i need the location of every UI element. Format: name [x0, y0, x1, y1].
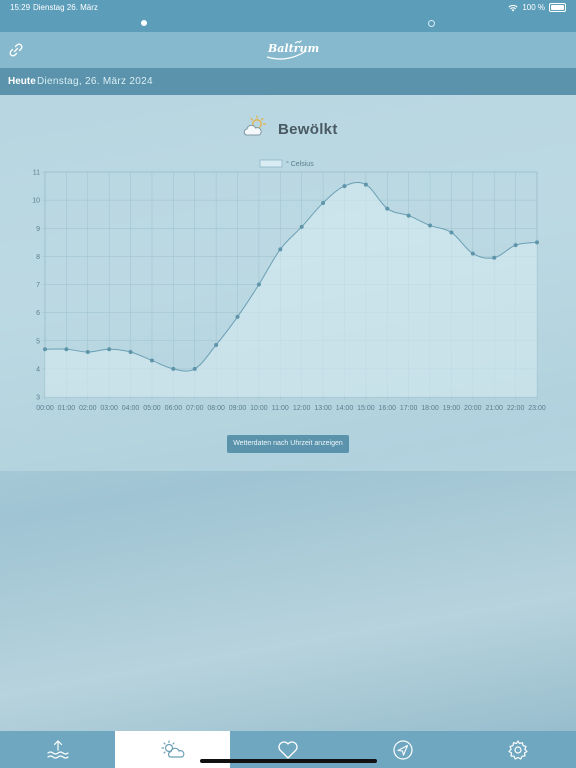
x-tick-label: 03:00	[100, 405, 118, 412]
data-point	[470, 251, 475, 256]
x-tick-label: 09:00	[229, 405, 247, 412]
x-tick-label: 05:00	[143, 405, 161, 412]
data-point	[149, 358, 154, 363]
x-tick-label: 01:00	[58, 405, 76, 412]
data-point	[64, 347, 69, 352]
y-tick-label: 6	[36, 310, 40, 317]
data-point	[85, 350, 90, 354]
legend-swatch	[259, 159, 283, 168]
legend-label: ° Celsius	[286, 160, 314, 168]
data-point	[449, 230, 454, 235]
x-tick-label: 07:00	[186, 405, 204, 412]
data-point	[385, 206, 390, 211]
show-hourly-weather-button[interactable]: Wetterdaten nach Uhrzeit anzeigen	[227, 435, 349, 453]
data-point	[107, 347, 112, 352]
x-tick-label: 11:00	[272, 405, 289, 412]
x-tick-label: 08:00	[207, 405, 225, 412]
tide-waves-icon	[46, 739, 69, 759]
data-point	[363, 182, 368, 187]
nav-bar: Baltrum	[0, 32, 576, 68]
status-time: 15:29	[10, 3, 31, 12]
x-tick-label: 12:00	[293, 405, 311, 412]
tab-tides[interactable]	[0, 731, 115, 768]
data-point	[321, 200, 326, 205]
link-icon[interactable]	[8, 42, 24, 58]
baltrum-logo: Baltrum	[262, 37, 319, 63]
home-indicator	[200, 759, 377, 763]
y-tick-label: 3	[36, 395, 40, 402]
temperature-chart: ° Celsius 00:00 01:00 02:00 03:00 04:00 05:00…	[32, 159, 546, 412]
x-tick-label: 15:00	[357, 405, 375, 412]
data-point	[128, 350, 133, 354]
y-tick-label: 8	[36, 254, 40, 261]
x-tick-label: 14:00	[336, 405, 354, 412]
data-point	[171, 366, 176, 371]
date-bar: Heute Dienstag, 26. März 2024	[0, 68, 576, 95]
data-point	[299, 224, 304, 229]
x-tick-label: 22:00	[507, 405, 525, 412]
x-tick-label: 18:00	[421, 405, 439, 412]
weather-header: Bewölkt	[0, 115, 576, 145]
y-tick-label: 10	[32, 198, 40, 205]
gear-icon	[507, 739, 528, 760]
x-tick-label: 06:00	[165, 405, 183, 412]
y-tick-label: 9	[36, 226, 40, 233]
data-point	[235, 314, 240, 319]
data-point	[192, 366, 197, 371]
y-tick-label: 4	[36, 366, 40, 373]
x-tick-label: 13:00	[314, 405, 332, 412]
x-tick-label: 19:00	[443, 405, 461, 412]
data-point	[256, 282, 261, 287]
data-point	[342, 184, 347, 189]
data-point	[428, 223, 433, 228]
location-arrow-icon	[392, 739, 413, 760]
x-tick-label: 16:00	[378, 405, 396, 412]
x-tick-label: 23:00	[528, 405, 546, 412]
wifi-icon	[508, 4, 518, 11]
x-tick-label: 20:00	[464, 405, 482, 412]
y-tick-label: 7	[36, 282, 40, 289]
data-point	[278, 247, 283, 252]
sun-cloud-icon	[160, 739, 184, 758]
tab-settings[interactable]	[460, 731, 575, 768]
x-tick-label: 10:00	[250, 405, 268, 412]
temperature-area	[45, 182, 537, 397]
data-point	[406, 213, 411, 218]
battery-percent: 100 %	[522, 3, 545, 12]
x-tick-label: 21:00	[485, 405, 503, 412]
battery-icon	[549, 3, 566, 12]
today-label: Heute	[8, 76, 36, 87]
partly-cloudy-sun-icon	[243, 115, 267, 136]
heart-icon	[277, 740, 298, 759]
status-date: Dienstag 26. März	[33, 3, 98, 12]
camera-indicator-icon	[428, 20, 435, 27]
y-tick-label: 11	[33, 170, 40, 177]
date-text: Dienstag, 26. März 2024	[37, 76, 153, 87]
x-tick-label: 17:00	[400, 405, 418, 412]
multitask-dot-icon	[141, 20, 147, 26]
status-indicators: 100 %	[508, 3, 566, 12]
x-tick-label: 00:00	[36, 405, 54, 412]
x-tick-label: 04:00	[122, 405, 140, 412]
data-point	[513, 243, 518, 248]
logo-text: Baltrum	[268, 42, 320, 55]
data-point	[535, 240, 539, 245]
status-bar: 15:29 Dienstag 26. März 100 %	[0, 0, 576, 32]
x-tick-label: 02:00	[79, 405, 97, 412]
y-tick-label: 5	[36, 338, 40, 345]
data-point	[492, 255, 497, 260]
data-point	[214, 342, 219, 347]
data-point	[43, 347, 47, 352]
weather-condition: Bewölkt	[278, 121, 338, 138]
